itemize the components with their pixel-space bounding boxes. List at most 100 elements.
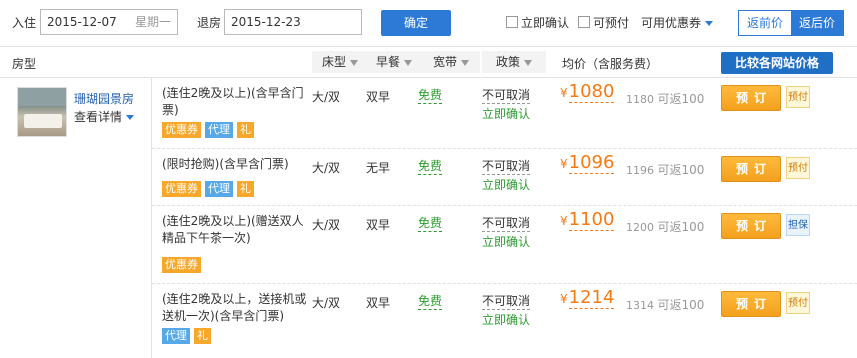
broadband-free[interactable]: 免费 <box>418 216 443 232</box>
instant-confirm: 立即确认 <box>482 313 531 327</box>
currency-symbol: ¥ <box>560 157 568 171</box>
bed-type: 大/双 <box>312 296 341 310</box>
breakfast: 双早 <box>366 90 391 104</box>
header-policy-label: 政策 <box>495 55 520 69</box>
chevron-down-icon <box>705 21 714 26</box>
book-button[interactable]: 预订 <box>721 85 781 111</box>
rate-price[interactable]: ¥1214 <box>560 287 615 309</box>
checkin-date-value: 2015-12-07 <box>47 15 117 29</box>
book-button[interactable]: 预订 <box>721 291 781 317</box>
confirm-button[interactable]: 确定 <box>381 10 451 36</box>
filter-icon <box>404 59 412 66</box>
header-breakfast-label: 早餐 <box>375 55 400 69</box>
currency-symbol: ¥ <box>560 214 568 228</box>
room-name-link[interactable]: 珊瑚园景房 <box>74 90 134 107</box>
cashback: 可返100 <box>657 298 705 312</box>
gift-tag[interactable]: 礼 <box>194 328 211 344</box>
header-breakfast-filter[interactable]: 早餐 <box>366 51 422 73</box>
checkout-date-input[interactable]: 2015-12-23 <box>224 9 362 35</box>
pay-type-badge: 预付 <box>786 86 810 108</box>
header-policy-filter[interactable]: 政策 <box>482 51 546 73</box>
compare-sites-button[interactable]: 比较各网站价格 <box>721 52 833 74</box>
cancel-policy[interactable]: 不可取消 <box>482 88 531 104</box>
cancel-policy[interactable]: 不可取消 <box>482 216 531 232</box>
book-button[interactable]: 预订 <box>721 213 781 239</box>
bed-type: 大/双 <box>312 218 341 232</box>
header-room-type: 房型 <box>12 57 37 71</box>
pay-type-badge: 预付 <box>786 292 810 314</box>
cashback: 可返100 <box>657 220 705 234</box>
agent-tag[interactable]: 代理 <box>162 328 190 344</box>
header-broadband-filter[interactable]: 宽带 <box>422 51 480 73</box>
header-broadband-label: 宽带 <box>432 55 457 69</box>
room-photo[interactable] <box>17 87 67 137</box>
instant-confirm: 立即确认 <box>482 107 531 121</box>
rate-row: (连住2晚及以上)(含早含门票) 优惠券 代理 礼 大/双 双早 免费 不可取消… <box>152 77 857 149</box>
checkin-weekday: 星期一 <box>134 15 171 29</box>
filter-icon <box>350 59 358 66</box>
prepay-label[interactable]: 可预付 <box>593 14 629 31</box>
broadband-free[interactable]: 免费 <box>418 159 443 175</box>
price-before-rebate-tab[interactable]: 返前价 <box>739 11 791 35</box>
coupon-tag[interactable]: 优惠券 <box>162 181 201 197</box>
instant-confirm-checkbox[interactable] <box>506 16 518 28</box>
price-mode-toggle: 返前价 返后价 <box>738 10 844 36</box>
rate-name: (连住2晚及以上)(赠送双人精品下午茶一次) <box>162 214 304 245</box>
room-photo-wall <box>18 88 66 106</box>
price-value: 1214 <box>568 287 615 309</box>
original-price-value: 1196 <box>626 164 654 177</box>
agent-tag[interactable]: 代理 <box>205 181 233 197</box>
filter-icon <box>524 59 532 66</box>
book-button[interactable]: 预订 <box>721 156 781 182</box>
agent-tag[interactable]: 代理 <box>205 122 233 138</box>
original-price: 1180 可返100 <box>626 90 704 107</box>
coupon-tag[interactable]: 优惠券 <box>162 257 201 273</box>
rate-price[interactable]: ¥1096 <box>560 152 615 174</box>
bed-type: 大/双 <box>312 161 341 175</box>
original-price: 1200 可返100 <box>626 218 704 235</box>
original-price: 1314 可返100 <box>626 296 704 313</box>
price-value: 1096 <box>568 152 615 174</box>
rate-price[interactable]: ¥1080 <box>560 81 615 103</box>
rate-price[interactable]: ¥1100 <box>560 209 615 231</box>
rate-tags: 代理 礼 <box>162 328 211 344</box>
header-bed-filter[interactable]: 床型 <box>312 51 368 73</box>
room-photo-bed <box>24 114 62 128</box>
original-price-value: 1314 <box>626 299 654 312</box>
rate-name: (连住2晚及以上)(含早含门票) <box>162 86 304 117</box>
price-value: 1100 <box>568 209 615 231</box>
checkin-date-input[interactable]: 2015-12-07 星期一 <box>40 9 178 35</box>
rate-row: (限时抢购)(含早含门票) 优惠券 代理 礼 大/双 无早 免费 不可取消 立即… <box>152 148 857 206</box>
pay-type-badge: 担保 <box>786 214 810 236</box>
rate-tags: 优惠券 代理 礼 <box>162 181 254 197</box>
cashback: 可返100 <box>657 92 705 106</box>
coupon-filter-dropdown[interactable]: 可用优惠券 <box>641 14 714 31</box>
broadband-free[interactable]: 免费 <box>418 88 443 104</box>
rate-row: (连住2晚及以上，送接机或送机一次)(含早含门票) 代理 礼 大/双 双早 免费… <box>152 283 857 358</box>
header-avg-price: 均价（含服务费） <box>562 57 659 71</box>
gift-tag[interactable]: 礼 <box>237 181 254 197</box>
gift-tag[interactable]: 礼 <box>237 122 254 138</box>
original-price-value: 1200 <box>626 221 654 234</box>
breakfast: 双早 <box>366 218 391 232</box>
room-detail-link[interactable]: 查看详情 <box>74 108 135 125</box>
checkout-date-value: 2015-12-23 <box>231 15 301 29</box>
rate-row: (连住2晚及以上)(赠送双人精品下午茶一次) 优惠券 大/双 双早 免费 不可取… <box>152 205 857 284</box>
coupon-filter-label: 可用优惠券 <box>641 16 702 30</box>
instant-confirm-label[interactable]: 立即确认 <box>521 14 569 31</box>
room-detail-label: 查看详情 <box>74 110 123 124</box>
breakfast: 无早 <box>366 161 391 175</box>
cancel-policy[interactable]: 不可取消 <box>482 294 531 310</box>
instant-confirm: 立即确认 <box>482 178 531 192</box>
coupon-tag[interactable]: 优惠券 <box>162 122 201 138</box>
currency-symbol: ¥ <box>560 292 568 306</box>
prepay-checkbox[interactable] <box>578 16 590 28</box>
original-price-value: 1180 <box>626 93 654 106</box>
broadband-free[interactable]: 免费 <box>418 294 443 310</box>
price-after-rebate-tab[interactable]: 返后价 <box>791 11 843 35</box>
rate-tags: 优惠券 <box>162 257 201 273</box>
rate-name: (连住2晚及以上，送接机或送机一次)(含早含门票) <box>162 292 307 323</box>
filter-icon <box>461 59 469 66</box>
cancel-policy[interactable]: 不可取消 <box>482 159 531 175</box>
instant-confirm: 立即确认 <box>482 235 531 249</box>
